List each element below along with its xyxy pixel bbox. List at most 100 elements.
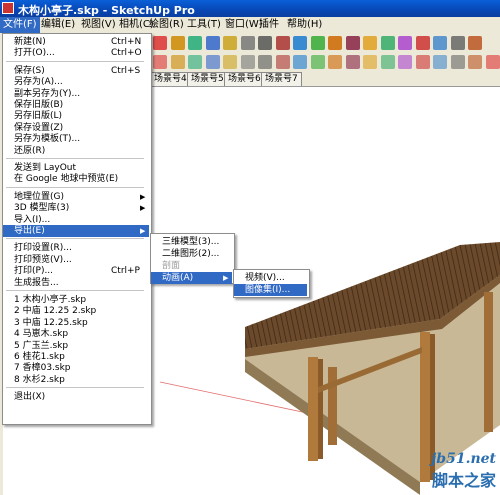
move-icon[interactable] bbox=[170, 36, 185, 50]
file-menu-item[interactable]: 在 Google 地球中预览(E) bbox=[3, 173, 149, 185]
scene-tab-7[interactable]: 场景号7 bbox=[261, 72, 302, 86]
file-menu-item[interactable]: 打印预览(V)... bbox=[3, 254, 149, 266]
file-menu-item[interactable]: 另存为(A)... bbox=[3, 76, 149, 88]
file-menu-item-label: 保存设置(Z) bbox=[14, 122, 64, 133]
circle-icon[interactable] bbox=[310, 55, 325, 69]
export-menu-item-label: 剖面 bbox=[162, 261, 181, 271]
tape-measure-icon[interactable] bbox=[223, 36, 237, 50]
file-menu-item[interactable]: 导出(E) ▶ bbox=[3, 225, 149, 237]
shadow-icon[interactable] bbox=[485, 55, 500, 69]
offset-icon[interactable] bbox=[275, 55, 290, 69]
scene-tabs: 场景号4 场景号5 场景号6 场景号7 bbox=[150, 72, 500, 87]
file-menu-item[interactable]: 保存设置(Z) bbox=[3, 122, 149, 134]
file-menu-item-label: 3D 模型库(3) bbox=[14, 203, 70, 214]
get-model-icon[interactable] bbox=[415, 36, 430, 50]
select-icon[interactable] bbox=[188, 55, 202, 69]
export-menu-item[interactable]: 二维图形(2)... bbox=[151, 248, 232, 260]
menu-separator bbox=[6, 290, 144, 291]
model-viewport[interactable]: jb51.net 脚本之家 bbox=[150, 87, 500, 495]
export-menu-item[interactable]: 动画(A) ▶ bbox=[151, 272, 232, 284]
animation-menu-item-label: 视频(V)... bbox=[245, 273, 285, 283]
zoom-icon[interactable] bbox=[328, 36, 342, 50]
scene-tab-5[interactable]: 场景号5 bbox=[187, 72, 228, 86]
animation-menu-item[interactable]: 视频(V)... bbox=[234, 272, 307, 284]
menu-file[interactable]: 文件(F) bbox=[0, 17, 40, 33]
file-menu-item-label: 地理位置(G) bbox=[14, 191, 64, 202]
scale-icon[interactable] bbox=[205, 36, 220, 50]
file-menu-item[interactable]: 保存(S) Ctrl+S bbox=[3, 65, 149, 77]
shortcut-label: Ctrl+S bbox=[111, 65, 141, 76]
file-menu-item[interactable]: 1 木构小亭子.skp bbox=[3, 294, 149, 306]
export-menu-item[interactable]: 三维模型(3)... bbox=[151, 236, 232, 248]
animation-menu-item[interactable]: 图像集(I)... bbox=[234, 284, 307, 296]
file-menu-item[interactable]: 导入(I)... bbox=[3, 214, 149, 226]
refresh-icon[interactable] bbox=[188, 36, 202, 50]
dimensions-icon[interactable] bbox=[275, 36, 290, 50]
share-icon[interactable] bbox=[380, 36, 395, 50]
layers-icon[interactable] bbox=[468, 55, 482, 69]
file-menu-item[interactable]: 打印设置(R)... bbox=[3, 242, 149, 254]
scene-tab-6[interactable]: 场景号6 bbox=[224, 72, 265, 86]
eye-icon[interactable] bbox=[433, 36, 447, 50]
file-menu-item[interactable]: 4 马崽木.skp bbox=[3, 328, 149, 340]
section-icon[interactable] bbox=[468, 36, 482, 50]
menu-separator bbox=[6, 158, 144, 159]
file-menu-item[interactable]: 生成报告... bbox=[3, 277, 149, 289]
polygon-icon[interactable] bbox=[345, 55, 360, 69]
push-pull-icon[interactable] bbox=[240, 55, 255, 69]
file-menu-item-label: 另存旧版(L) bbox=[14, 111, 63, 122]
follow-me-icon[interactable] bbox=[258, 55, 272, 69]
orbit-icon[interactable] bbox=[293, 36, 307, 50]
menu-plugins[interactable]: 插件 bbox=[256, 17, 282, 33]
zoom-extents-icon[interactable] bbox=[345, 36, 360, 50]
rectangle-icon[interactable] bbox=[293, 55, 307, 69]
file-menu-item[interactable]: 地理位置(G) ▶ bbox=[3, 191, 149, 203]
freehand-icon[interactable] bbox=[170, 55, 185, 69]
warehouse-icon[interactable] bbox=[363, 36, 377, 50]
menu-draw[interactable]: 绘图(R) bbox=[146, 17, 187, 33]
file-menu-item[interactable]: 打开(O)... Ctrl+O bbox=[3, 47, 149, 59]
sandbox-icon[interactable] bbox=[415, 55, 430, 69]
file-menu-item[interactable]: 7 香樟03.skp bbox=[3, 362, 149, 374]
file-menu-item[interactable]: 3D 模型库(3) ▶ bbox=[3, 202, 149, 214]
walk-icon[interactable] bbox=[450, 36, 465, 50]
rotate-icon[interactable] bbox=[153, 36, 167, 50]
file-menu-item-label: 另存为(A)... bbox=[14, 77, 63, 88]
protractor-icon[interactable] bbox=[363, 55, 377, 69]
file-menu-item[interactable]: 另存为模板(T)... bbox=[3, 133, 149, 145]
dropper-icon[interactable] bbox=[433, 55, 447, 69]
scene-tab-4[interactable]: 场景号4 bbox=[150, 72, 191, 86]
file-menu-item[interactable]: 退出(X) bbox=[3, 391, 149, 403]
text-icon[interactable] bbox=[240, 36, 255, 50]
file-menu-item[interactable]: 5 广玉兰.skp bbox=[3, 340, 149, 352]
file-menu-item[interactable]: 2 中庙 12.25 2.skp bbox=[3, 305, 149, 317]
file-menu-item[interactable]: 另存旧版(L) bbox=[3, 110, 149, 122]
pan-icon[interactable] bbox=[310, 36, 325, 50]
file-menu-item[interactable]: 打印(P)... Ctrl+P bbox=[3, 265, 149, 277]
file-menu-item[interactable]: 3 中庙 12.25.skp bbox=[3, 317, 149, 329]
submenu-arrow-icon: ▶ bbox=[140, 204, 146, 213]
arc-icon[interactable] bbox=[153, 55, 167, 69]
file-menu-item[interactable]: 8 水杉2.skp bbox=[3, 374, 149, 386]
eraser-icon[interactable] bbox=[205, 55, 220, 69]
paint-icon[interactable] bbox=[223, 55, 237, 69]
menu-view[interactable]: 视图(V) bbox=[78, 17, 119, 33]
look-around-icon[interactable] bbox=[398, 55, 412, 69]
file-menu-item[interactable]: 保存旧版(B) bbox=[3, 99, 149, 111]
menu-help[interactable]: 帮助(H) bbox=[284, 17, 325, 33]
section-cut-icon[interactable] bbox=[450, 55, 465, 69]
file-menu-item-label: 导入(I)... bbox=[14, 214, 51, 225]
file-menu-item[interactable]: 发送到 LayOut bbox=[3, 162, 149, 174]
position-camera-icon[interactable] bbox=[380, 55, 395, 69]
menu-tools[interactable]: 工具(T) bbox=[184, 17, 224, 33]
file-menu-item[interactable]: 6 桂花1.skp bbox=[3, 351, 149, 363]
file-menu-item[interactable]: 还原(R) bbox=[3, 145, 149, 157]
file-menu-item[interactable]: 副本另存为(Y)... bbox=[3, 88, 149, 100]
menu-edit[interactable]: 编辑(E) bbox=[38, 17, 78, 33]
axes-icon[interactable] bbox=[258, 36, 272, 50]
file-menu-item[interactable]: 新建(N) Ctrl+N bbox=[3, 36, 149, 48]
menu-bar: 文件(F) 编辑(E) 视图(V) 相机(C) 绘图(R) 工具(T) 窗口(W) 插件 帮助(… bbox=[0, 17, 500, 34]
line-icon[interactable] bbox=[328, 55, 342, 69]
submenu-arrow-icon: ▶ bbox=[140, 227, 146, 235]
components-icon[interactable] bbox=[398, 36, 412, 50]
